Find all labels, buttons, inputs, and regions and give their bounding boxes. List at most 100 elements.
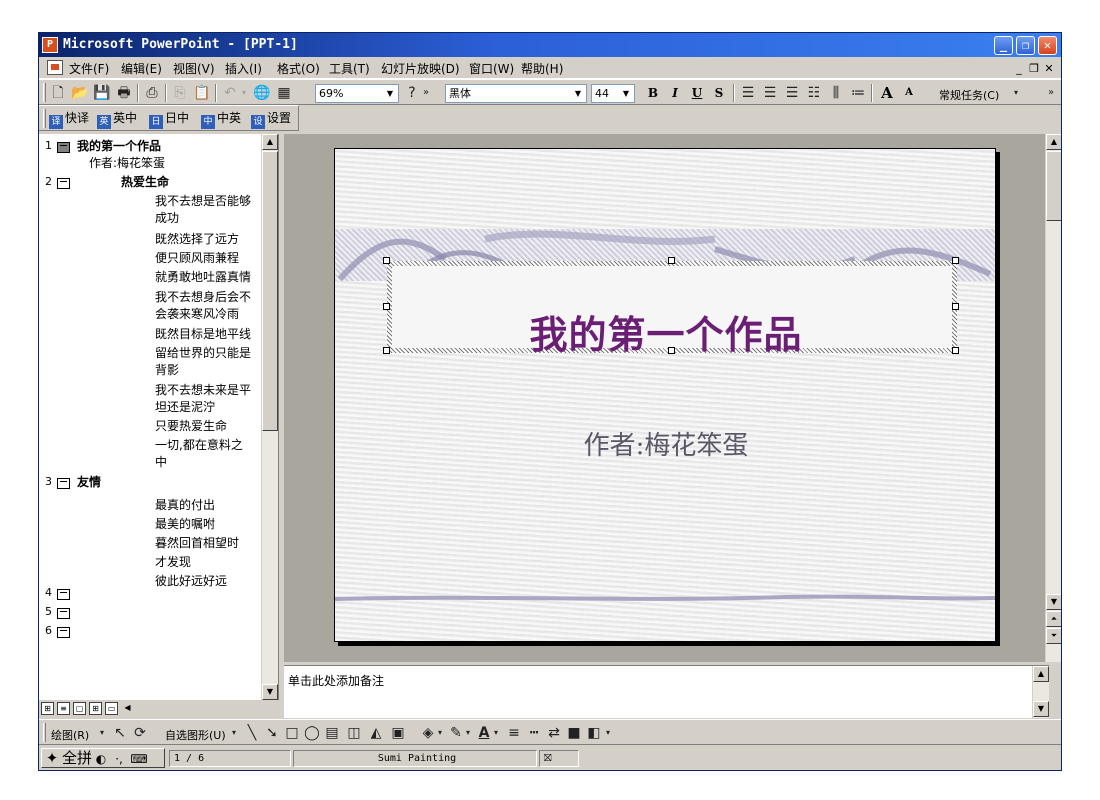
outline-text-line[interactable]: 便只顾风雨兼程 <box>155 250 239 267</box>
undo-icon[interactable]: ↶ <box>221 84 239 102</box>
draw-menu-button[interactable]: 绘图(R) <box>51 727 89 743</box>
rectangle-icon[interactable]: □ <box>283 724 301 742</box>
normal-view-icon[interactable]: ⊞ <box>41 702 54 715</box>
next-slide-icon[interactable]: ⏷ <box>1046 628 1061 644</box>
slide-icon[interactable] <box>57 478 70 489</box>
more-buttons-icon[interactable]: » <box>421 84 431 102</box>
powerpoint-app-icon[interactable]: P <box>42 37 58 53</box>
bold-icon[interactable]: B <box>643 84 663 102</box>
resize-handle[interactable] <box>952 257 959 264</box>
outline-text-line[interactable]: 作者:梅花笨蛋 <box>89 155 165 172</box>
justify-icon[interactable]: ☷ <box>805 84 823 102</box>
align-center-icon[interactable]: ☰ <box>761 84 779 102</box>
oval-icon[interactable]: ◯ <box>303 724 321 742</box>
notes-pane[interactable]: 单击此处添加备注 ▲ ▼ <box>284 665 1049 718</box>
minimize-button[interactable]: _ <box>994 36 1013 55</box>
outline-text-line[interactable]: 才发现 <box>155 554 191 571</box>
underline-icon[interactable]: U <box>687 84 707 102</box>
permission-icon[interactable]: 🖶 <box>115 84 133 102</box>
align-right-icon[interactable]: ☰ <box>783 84 801 102</box>
menu-file[interactable]: 文件(F) <box>69 60 109 77</box>
line-style-icon[interactable]: ≡ <box>505 724 523 742</box>
outline-text-line[interactable]: 我不去想身后会不 <box>155 289 251 306</box>
scroll-down-icon[interactable]: ▼ <box>1046 594 1061 610</box>
scroll-down-icon[interactable]: ▼ <box>262 684 278 700</box>
toolbar-grip[interactable] <box>43 109 46 128</box>
line-icon[interactable]: ╲ <box>243 724 261 742</box>
doc-restore-icon[interactable]: ❐ <box>1027 61 1041 75</box>
outline-text-line[interactable]: 我不去想是否能够 <box>155 193 251 210</box>
scroll-up-icon[interactable]: ▲ <box>1046 134 1061 150</box>
outline-slide-title[interactable]: 友情 <box>77 474 101 491</box>
3d-style-icon[interactable]: ◧ <box>585 724 603 742</box>
autoshapes-button[interactable]: 自选图形(U) <box>165 727 226 743</box>
paste-icon[interactable]: 📋 <box>193 84 211 102</box>
settings-button[interactable]: 设设置 <box>251 109 291 129</box>
outline-text-line[interactable]: 留给世界的只能是 <box>155 345 251 362</box>
scroll-thumb[interactable] <box>262 151 278 431</box>
menu-view[interactable]: 视图(V) <box>173 60 215 77</box>
align-left-icon[interactable]: ☰ <box>739 84 757 102</box>
increase-font-icon[interactable]: A <box>877 84 897 102</box>
outline-text-line[interactable]: 最美的嘱咐 <box>155 516 215 533</box>
print-icon[interactable]: ⎙ <box>143 84 161 102</box>
toolbar-grip[interactable] <box>43 83 46 102</box>
shadow-icon[interactable]: S <box>709 84 729 102</box>
arrow-icon[interactable]: ➘ <box>263 724 281 742</box>
outline-text-line[interactable]: 既然目标是地平线 <box>155 326 251 343</box>
close-button[interactable]: ✕ <box>1038 36 1057 55</box>
japanese-chinese-button[interactable]: 日日中 <box>149 109 189 129</box>
task-pane-dropdown-icon[interactable]: ▾ <box>1011 84 1021 102</box>
new-icon[interactable]: 🗋 <box>49 84 67 102</box>
arrow-style-icon[interactable]: ⇄ <box>545 724 563 742</box>
ime-mode[interactable]: 全拼 <box>62 749 92 767</box>
english-chinese-button[interactable]: 英英中 <box>97 109 137 129</box>
document-icon[interactable] <box>47 60 63 75</box>
punctuation-icon[interactable]: ·, <box>110 750 128 768</box>
toolbar-options-icon[interactable]: » <box>1045 84 1057 102</box>
outline-text-line[interactable]: 只要热爱生命 <box>155 418 227 435</box>
slide-icon[interactable] <box>57 627 70 638</box>
slide-sorter-icon[interactable]: ⊞ <box>89 702 102 715</box>
outline-text-line[interactable]: 坦还是泥泞 <box>155 399 215 416</box>
decrease-font-icon[interactable]: A <box>899 84 919 102</box>
chevron-down-icon[interactable]: ▼ <box>619 86 633 101</box>
autoshapes-dropdown-icon[interactable]: ▾ <box>229 724 239 742</box>
shadow-style-icon[interactable]: ■ <box>565 724 583 742</box>
wordart-icon[interactable]: ◫ <box>345 724 363 742</box>
spelling-status-icon[interactable]: ⛝ <box>539 750 579 767</box>
text-direction-icon[interactable]: ⫼ <box>827 84 845 102</box>
draw-dropdown-icon[interactable]: ▾ <box>97 724 107 742</box>
ime-logo-icon[interactable]: ✦ <box>42 749 62 767</box>
menu-format[interactable]: 格式(O) <box>277 60 320 77</box>
outline-text-line[interactable]: 就勇敢地吐露真情 <box>155 269 251 286</box>
previous-slide-icon[interactable]: ⏶ <box>1046 611 1061 627</box>
font-color-dropdown-icon[interactable]: ▾ <box>491 724 501 742</box>
scroll-thumb[interactable] <box>1046 151 1061 221</box>
dash-style-icon[interactable]: ┅ <box>525 724 543 742</box>
undo-dropdown-icon[interactable]: ▾ <box>239 84 249 102</box>
resize-handle[interactable] <box>383 257 390 264</box>
quick-translate-button[interactable]: 译快译 <box>49 109 89 129</box>
diagram-icon[interactable]: ◭ <box>367 724 385 742</box>
menu-window[interactable]: 窗口(W) <box>469 60 514 77</box>
fill-dropdown-icon[interactable]: ▾ <box>435 724 445 742</box>
doc-minimize-icon[interactable]: _ <box>1012 61 1026 75</box>
scroll-up-icon[interactable]: ▲ <box>1033 666 1049 682</box>
slide-pane[interactable]: 我的第一个作品 作者:梅花笨蛋 <box>284 134 1049 662</box>
outline-slide-title[interactable]: 我的第一个作品 <box>77 138 161 155</box>
outline-text-line[interactable]: 中 <box>155 454 167 471</box>
font-combo[interactable]: 黑体 ▼ <box>445 84 587 103</box>
title-bar[interactable]: P Microsoft PowerPoint - [PPT-1] _ ❐ ✕ <box>39 33 1061 57</box>
doc-close-icon[interactable]: ✕ <box>1042 61 1056 75</box>
menu-insert[interactable]: 插入(I) <box>225 60 262 77</box>
clipart-icon[interactable]: ▣ <box>389 724 407 742</box>
italic-icon[interactable]: I <box>665 84 685 102</box>
open-icon[interactable]: 📂 <box>71 84 89 102</box>
menu-tools[interactable]: 工具(T) <box>329 60 370 77</box>
outline-pane[interactable]: 1 我的第一个作品 作者:梅花笨蛋 2 热爱生命 我不去想是否能够 成功 既然选… <box>39 134 279 700</box>
slide-scrollbar[interactable]: ▲ ▼ ⏶ ⏷ <box>1045 134 1061 662</box>
slideshow-view-icon[interactable]: ▭ <box>105 702 118 715</box>
menu-help[interactable]: 帮助(H) <box>521 60 563 77</box>
soft-keyboard-icon[interactable]: ⌨ <box>128 750 150 768</box>
